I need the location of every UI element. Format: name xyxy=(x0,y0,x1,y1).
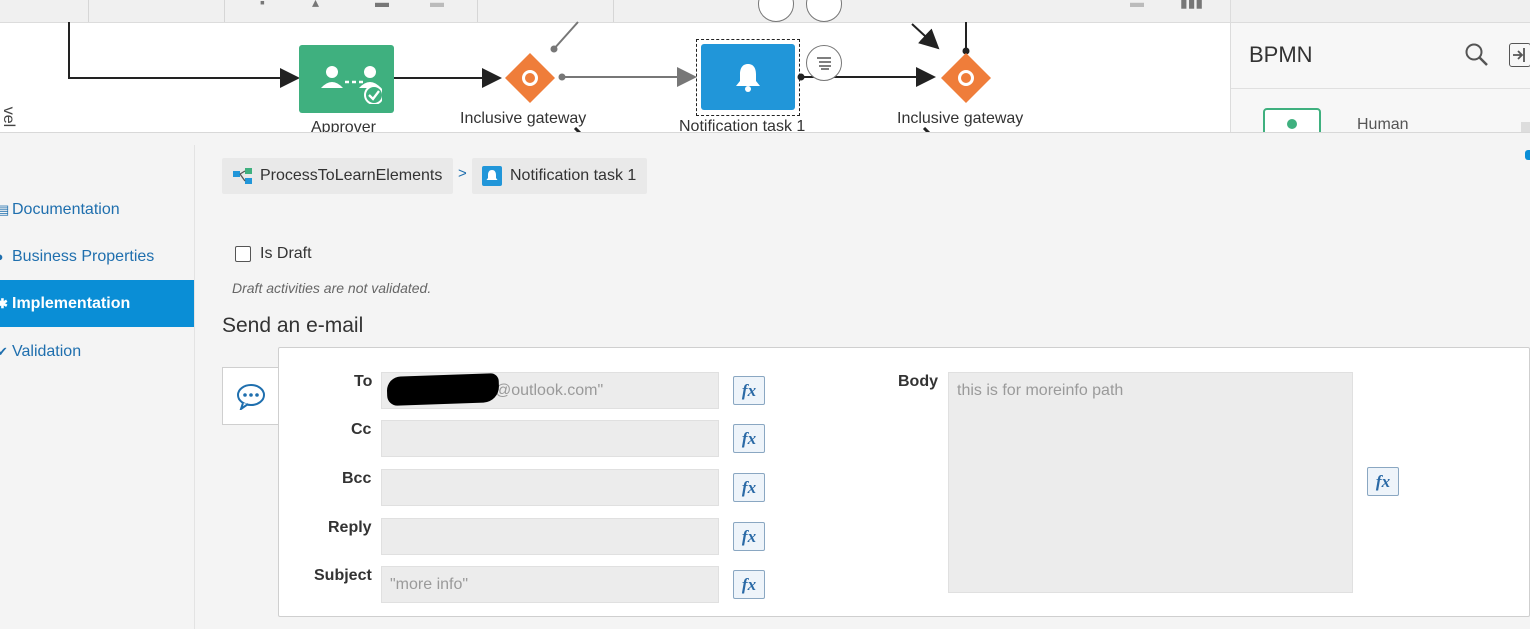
email-tab[interactable] xyxy=(222,367,279,425)
inclusive-gateway-2[interactable] xyxy=(940,52,992,104)
subject-value: "more info" xyxy=(390,575,469,593)
nav-item-documentation[interactable]: ▤ Documentation xyxy=(0,186,194,233)
gear-icon: ✱ xyxy=(0,295,8,311)
palette-title: BPMN xyxy=(1249,42,1313,67)
panel-edge-indicator xyxy=(1525,150,1530,160)
approver-task[interactable] xyxy=(299,45,394,113)
nav-label: Documentation xyxy=(12,200,120,218)
person-icon xyxy=(1287,119,1297,129)
redaction-mark xyxy=(386,373,500,406)
nav-item-validation[interactable]: ✔ Validation xyxy=(0,328,194,375)
bell-icon xyxy=(482,166,502,186)
to-expression-button[interactable]: fx xyxy=(733,376,765,405)
notification-label: Notification task 1 xyxy=(679,118,806,132)
nav-label: Business Properties xyxy=(12,247,155,265)
subject-expression-button[interactable]: fx xyxy=(733,570,765,599)
properties-nav: ▤ Documentation ◗ Business Properties ✱ … xyxy=(0,145,195,629)
to-value: @outlook.com" xyxy=(495,381,604,399)
draft-note: Draft activities are not validated. xyxy=(232,280,432,296)
collapse-arrow-icon xyxy=(1513,48,1525,62)
cc-expression-button[interactable]: fx xyxy=(733,424,765,453)
subject-input[interactable]: "more info" xyxy=(381,566,719,603)
breadcrumb-process-label: ProcessToLearnElements xyxy=(260,167,443,184)
breadcrumb-process[interactable]: ProcessToLearnElements xyxy=(222,158,453,194)
collapse-panel-icon[interactable] xyxy=(1509,43,1530,67)
is-draft-checkbox[interactable] xyxy=(235,246,251,262)
to-label: To xyxy=(354,373,373,390)
gateway2-label: Inclusive gateway xyxy=(897,110,1024,127)
cc-label: Cc xyxy=(351,421,372,438)
nav-item-implementation[interactable]: ✱ Implementation xyxy=(0,280,194,327)
body-textarea[interactable]: this is for moreinfo path xyxy=(948,372,1353,593)
process-icon xyxy=(233,168,252,184)
breadcrumb-task[interactable]: Notification task 1 xyxy=(472,158,647,194)
is-draft-label[interactable]: Is Draft xyxy=(260,245,312,263)
palette-item-label[interactable]: Human xyxy=(1357,116,1409,132)
scroll-down-arrow[interactable] xyxy=(1521,122,1530,132)
section-title: Send an e-mail xyxy=(222,314,364,337)
document-icon: ▤ xyxy=(0,201,10,217)
nav-label: Implementation xyxy=(12,294,131,312)
business-properties-icon: ◗ xyxy=(0,249,5,264)
chat-bubble-icon xyxy=(237,384,265,410)
reply-expression-button[interactable]: fx xyxy=(733,522,765,551)
properties-menu-button[interactable] xyxy=(806,45,842,81)
gateway1-label: Inclusive gateway xyxy=(460,110,587,127)
approver-label: Approver xyxy=(311,119,376,132)
bcc-expression-button[interactable]: fx xyxy=(733,473,765,502)
subject-label: Subject xyxy=(314,567,372,584)
breadcrumb-task-label: Notification task 1 xyxy=(510,167,637,184)
bcc-input[interactable] xyxy=(381,469,719,506)
breadcrumb-separator: > xyxy=(458,165,467,182)
nav-label: Validation xyxy=(12,342,82,360)
list-icon xyxy=(817,57,831,70)
bpmn-canvas[interactable]: ▪ ▴ ▬ ▬ ▬ ▮▮▮ vel Approver Inclusive gat… xyxy=(0,0,1230,132)
cc-input[interactable] xyxy=(381,420,719,457)
nav-item-business-properties[interactable]: ◗ Business Properties xyxy=(0,233,194,280)
palette-divider xyxy=(1231,88,1530,89)
bpmn-palette: BPMN Human xyxy=(1230,0,1530,132)
palette-toolbar xyxy=(1231,0,1530,23)
search-icon[interactable] xyxy=(1464,42,1490,68)
bell-icon xyxy=(736,64,760,92)
human-task-icon xyxy=(320,66,382,104)
inclusive-gateway-1[interactable] xyxy=(504,52,556,104)
body-label: Body xyxy=(898,373,938,390)
notification-task[interactable] xyxy=(701,44,795,110)
bcc-label: Bcc xyxy=(342,470,372,487)
human-task-palette-icon[interactable] xyxy=(1263,108,1321,132)
body-expression-button[interactable]: fx xyxy=(1367,467,1399,496)
validation-icon: ✔ xyxy=(0,343,8,359)
flow-connectors xyxy=(68,21,970,132)
reply-label: Reply xyxy=(328,519,372,536)
reply-input[interactable] xyxy=(381,518,719,555)
